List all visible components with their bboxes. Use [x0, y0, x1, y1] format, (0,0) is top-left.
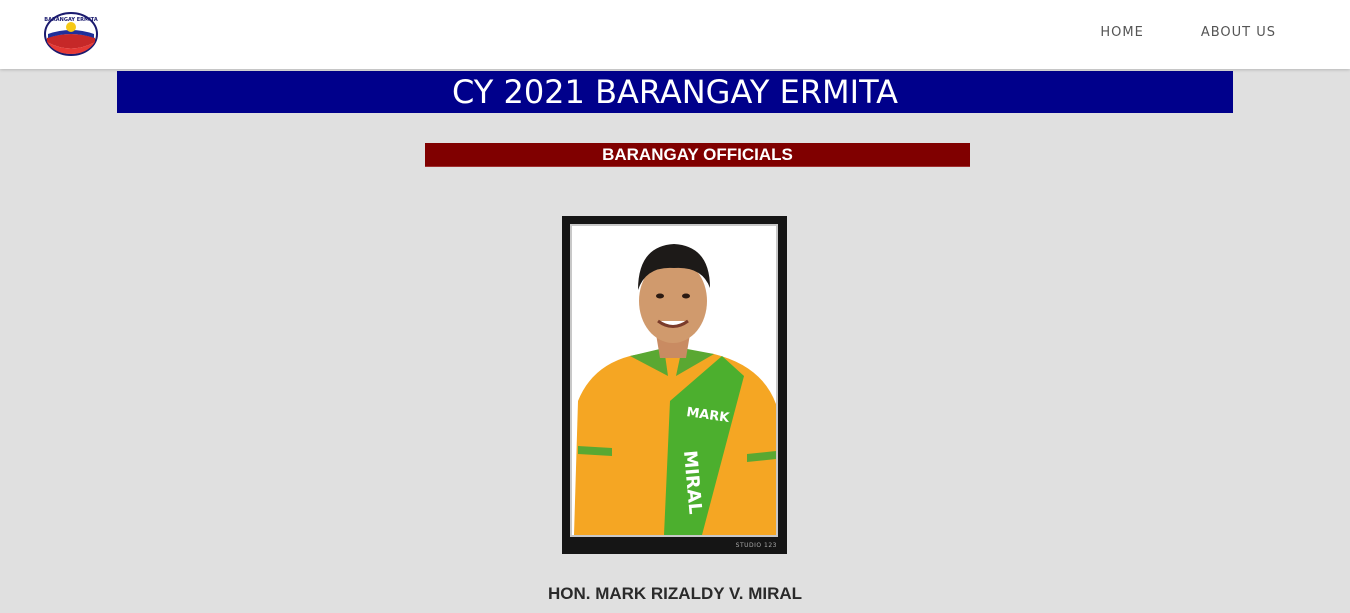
studio-watermark: STUDIO 123 — [735, 542, 777, 549]
page-title: CY 2021 BARANGAY ERMITA — [117, 71, 1233, 113]
official-name: HON. MARK RIZALDY V. MIRAL — [547, 584, 803, 603]
official-photo[interactable]: MARK MIRAL — [570, 224, 778, 537]
barangay-logo[interactable]: BARANGAY ERMITA — [43, 12, 99, 56]
top-navbar: BARANGAY ERMITA HOME ABOUT US — [0, 0, 1350, 69]
main-nav: HOME ABOUT US — [1100, 25, 1276, 40]
official-photo-frame: MARK MIRAL STUDIO 123 — [562, 216, 787, 554]
section-heading: BARANGAY OFFICIALS — [425, 143, 970, 167]
nav-about-us[interactable]: ABOUT US — [1201, 25, 1276, 40]
nav-home[interactable]: HOME — [1100, 25, 1143, 40]
logo-lettering: BARANGAY ERMITA — [44, 17, 98, 23]
